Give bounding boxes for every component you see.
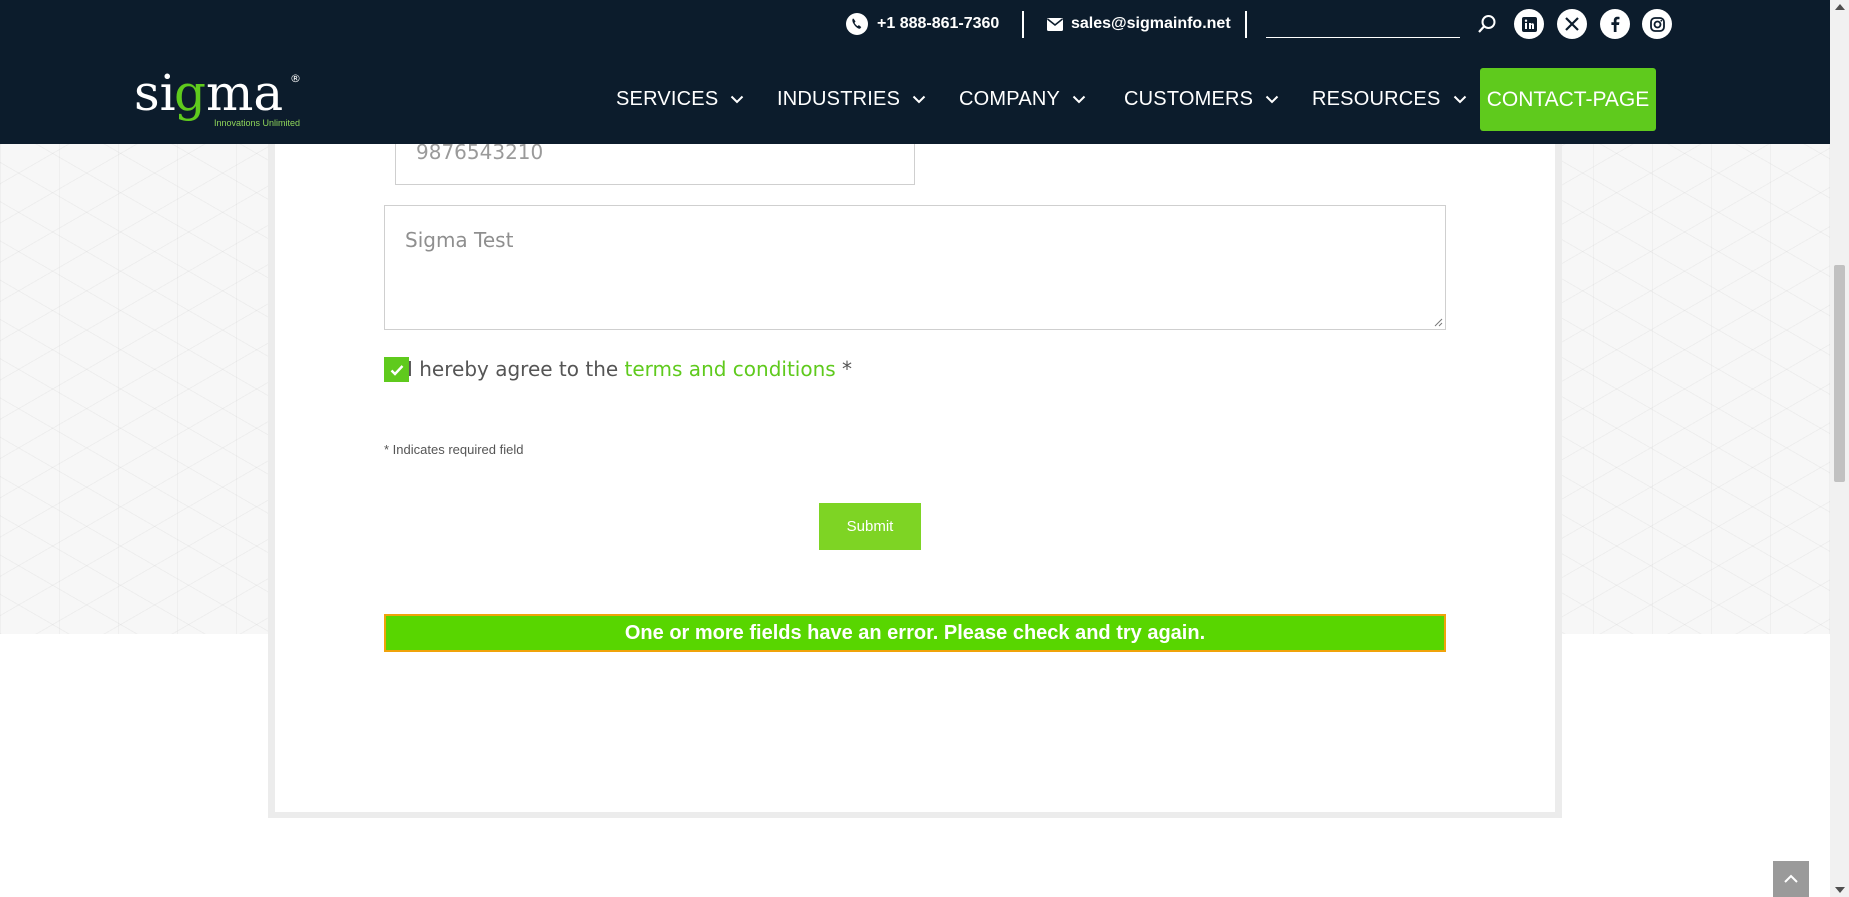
scrollbar-thumb[interactable] — [1834, 265, 1845, 482]
checkmark-icon — [390, 364, 403, 376]
logo-tagline: Innovations Unlimited — [214, 118, 300, 128]
chevron-down-icon — [1072, 95, 1086, 104]
terms-agreement-text: I hereby agree to the — [407, 357, 619, 381]
logo-ma: ma — [206, 66, 283, 122]
x-icon — [1565, 17, 1579, 31]
scroll-up-arrow-icon[interactable] — [1835, 4, 1845, 10]
form-error-message: One or more fields have an error. Please… — [384, 614, 1446, 652]
x-link[interactable] — [1557, 9, 1587, 39]
registered-mark: ® — [290, 72, 301, 85]
message-field-value: Sigma Test — [405, 228, 514, 252]
sigma-logo[interactable]: si g ma ® Innovations Unlimited — [134, 64, 304, 140]
scroll-down-arrow-icon[interactable] — [1835, 887, 1845, 893]
logo-wordmark: si — [134, 66, 176, 122]
nav-customers[interactable]: CUSTOMERS — [1124, 84, 1279, 114]
nav-resources-label: RESOURCES — [1312, 87, 1441, 110]
terms-agreement: I hereby agree to the terms and conditio… — [407, 357, 852, 382]
nav-customers-label: CUSTOMERS — [1124, 87, 1254, 110]
nav-resources[interactable]: RESOURCES — [1312, 84, 1467, 114]
facebook-icon — [1611, 16, 1620, 32]
phone-link[interactable]: +1 888-861-7360 — [845, 12, 999, 36]
nav-services[interactable]: SERVICES — [616, 84, 744, 114]
search-icon — [1478, 15, 1496, 33]
nav-company-label: COMPANY — [959, 87, 1061, 110]
instagram-icon — [1649, 16, 1665, 32]
chevron-down-icon — [730, 95, 744, 104]
required-asterisk: * — [842, 357, 853, 381]
resize-handle-icon[interactable] — [1434, 318, 1443, 327]
divider — [1022, 11, 1024, 38]
chevron-down-icon — [1453, 95, 1467, 104]
phone-icon — [845, 12, 869, 36]
chevron-down-icon — [912, 95, 926, 104]
site-header: +1 888-861-7360 sales@sigmainfo.net si g… — [0, 0, 1830, 144]
instagram-link[interactable] — [1642, 9, 1672, 39]
linkedin-link[interactable] — [1514, 9, 1544, 39]
linkedin-icon — [1521, 16, 1537, 32]
nav-industries-label: INDUSTRIES — [777, 87, 901, 110]
terms-link[interactable]: terms and conditions — [625, 357, 836, 381]
envelope-icon — [1047, 17, 1063, 31]
terms-checkbox[interactable] — [384, 357, 409, 382]
back-to-top-button[interactable] — [1773, 861, 1809, 897]
contact-page-button[interactable]: CONTACT-PAGE — [1480, 68, 1656, 131]
email-link[interactable]: sales@sigmainfo.net — [1047, 12, 1231, 36]
vertical-scrollbar[interactable] — [1830, 0, 1849, 897]
nav-services-label: SERVICES — [616, 87, 719, 110]
email-address: sales@sigmainfo.net — [1071, 15, 1231, 32]
search-button[interactable] — [1476, 12, 1498, 36]
chevron-down-icon — [1265, 95, 1279, 104]
required-field-note: * Indicates required field — [384, 442, 524, 457]
divider — [1245, 11, 1247, 38]
submit-button[interactable]: Submit — [819, 503, 921, 550]
nav-industries[interactable]: INDUSTRIES — [777, 84, 926, 114]
search-input[interactable] — [1266, 37, 1460, 38]
phone-number: +1 888-861-7360 — [877, 15, 1000, 32]
message-field[interactable]: Sigma Test — [384, 205, 1446, 330]
logo-g: g — [174, 66, 206, 122]
chevron-up-icon — [1784, 874, 1798, 883]
nav-company[interactable]: COMPANY — [959, 84, 1086, 114]
facebook-link[interactable] — [1600, 9, 1630, 39]
